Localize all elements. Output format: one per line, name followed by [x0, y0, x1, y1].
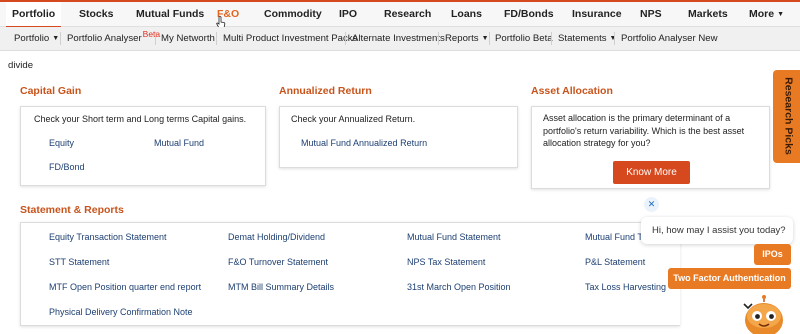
nps-tax-statement-link[interactable]: NPS Tax Statement — [407, 257, 485, 267]
statements-title: Statement & Reports — [20, 204, 124, 216]
pnl-statement-link[interactable]: P&L Statement — [585, 257, 645, 267]
asset-allocation-title: Asset Allocation — [531, 85, 613, 97]
stt-statement-link[interactable]: STT Statement — [49, 257, 109, 267]
stray-text: divide — [8, 60, 34, 71]
nav-insurance[interactable]: Insurance — [572, 2, 622, 26]
close-icon[interactable]: ✕ — [644, 197, 659, 212]
capital-gain-card: Check your Short term and Long terms Cap… — [20, 106, 266, 186]
robot-avatar-icon[interactable] — [740, 294, 788, 334]
divider — [60, 32, 61, 45]
nav-markets[interactable]: Markets — [688, 2, 728, 26]
subnav-portfolio[interactable]: Portfolio ▼ — [14, 27, 59, 50]
nav-more-label: More — [749, 8, 775, 20]
subnav-reports[interactable]: Reports ▼ — [445, 27, 489, 50]
subnav-statements[interactable]: Statements ▼ — [558, 27, 616, 50]
subnav-reports-label: Reports — [445, 33, 479, 44]
equity-transaction-statement-link[interactable]: Equity Transaction Statement — [49, 232, 167, 242]
nav-portfolio[interactable]: Portfolio — [6, 2, 62, 28]
divider — [438, 32, 439, 45]
capital-gain-fd-bond-link[interactable]: FD/Bond — [49, 162, 85, 172]
research-picks-tab[interactable]: Research Picks — [773, 70, 800, 163]
capital-gain-description: Check your Short term and Long terms Cap… — [34, 114, 247, 124]
know-more-button[interactable]: Know More — [613, 161, 690, 184]
divider — [155, 32, 156, 45]
annualized-return-card: Check your Annualized Return. Mutual Fun… — [279, 106, 518, 168]
subnav-alternate-investments[interactable]: Alternate Investments — [352, 27, 445, 50]
asset-allocation-card: Asset allocation is the primary determin… — [531, 106, 770, 189]
two-factor-auth-chip[interactable]: Two Factor Authentication — [668, 268, 791, 289]
divider — [216, 32, 217, 45]
top-nav: Portfolio Stocks Mutual Funds F&O Commod… — [0, 0, 800, 29]
annualized-return-title: Annualized Return — [279, 85, 372, 97]
nav-loans[interactable]: Loans — [451, 2, 482, 26]
ipos-chip[interactable]: IPOs — [754, 244, 791, 265]
caret-down-icon: ▼ — [481, 35, 489, 42]
nav-stocks[interactable]: Stocks — [79, 2, 113, 26]
mf-annualized-return-link[interactable]: Mutual Fund Annualized Return — [301, 138, 427, 148]
caret-down-icon: ▼ — [609, 35, 617, 42]
statements-card: Equity Transaction Statement Demat Holdi… — [20, 222, 680, 326]
capital-gain-equity-link[interactable]: Equity — [49, 138, 74, 148]
divider — [614, 32, 615, 45]
nav-commodity[interactable]: Commodity — [264, 2, 322, 26]
nav-nps[interactable]: NPS — [640, 2, 662, 26]
subnav-portfolio-label: Portfolio — [14, 33, 50, 44]
nav-fd-bonds[interactable]: FD/Bonds — [504, 2, 554, 26]
subnav-portfolio-analyser-label: Portfolio Analyser — [67, 33, 142, 44]
chat-greeting: Hi, how may I assist you today? — [641, 217, 793, 244]
subnav-investment-packs[interactable]: Multi Product Investment Packs — [223, 27, 357, 50]
mtf-open-position-link[interactable]: MTF Open Position quarter end report — [49, 282, 201, 292]
beta-badge: Beta — [142, 29, 161, 39]
mutual-fund-statement-link[interactable]: Mutual Fund Statement — [407, 232, 501, 242]
nav-mutual-funds[interactable]: Mutual Funds — [136, 2, 204, 26]
divider — [345, 32, 346, 45]
capital-gain-title: Capital Gain — [20, 85, 82, 97]
subnav-portfolio-analyser-new[interactable]: Portfolio Analyser New — [621, 27, 718, 50]
caret-down-icon: ▼ — [52, 35, 60, 42]
nav-research[interactable]: Research — [384, 2, 431, 26]
mtm-bill-summary-link[interactable]: MTM Bill Summary Details — [228, 282, 334, 292]
physical-delivery-note-link[interactable]: Physical Delivery Confirmation Note — [49, 307, 193, 317]
subnav-statements-label: Statements — [558, 33, 607, 44]
fno-turnover-statement-link[interactable]: F&O Turnover Statement — [228, 257, 328, 267]
research-picks-label: Research Picks — [782, 77, 795, 155]
divider — [551, 32, 552, 45]
asset-allocation-description: Asset allocation is the primary determin… — [543, 113, 745, 148]
capital-gain-mutual-fund-link[interactable]: Mutual Fund — [154, 138, 204, 148]
demat-holding-dividend-link[interactable]: Demat Holding/Dividend — [228, 232, 325, 242]
subnav-portfolio-analyser[interactable]: Portfolio AnalyserBeta — [67, 27, 160, 50]
caret-down-icon: ▼ — [777, 11, 785, 18]
subnav-my-networth[interactable]: My Networth — [161, 27, 215, 50]
divider — [489, 32, 490, 45]
annualized-return-description: Check your Annualized Return. — [291, 114, 416, 124]
march-open-position-link[interactable]: 31st March Open Position — [407, 282, 511, 292]
nav-more[interactable]: More ▼ — [749, 2, 784, 26]
nav-ipo[interactable]: IPO — [339, 2, 357, 26]
subnav-portfolio-beta[interactable]: Portfolio Beta — [495, 27, 553, 50]
tax-loss-harvesting-link[interactable]: Tax Loss Harvesting — [585, 282, 666, 292]
sub-nav: Portfolio ▼ Portfolio AnalyserBeta My Net… — [0, 27, 800, 51]
